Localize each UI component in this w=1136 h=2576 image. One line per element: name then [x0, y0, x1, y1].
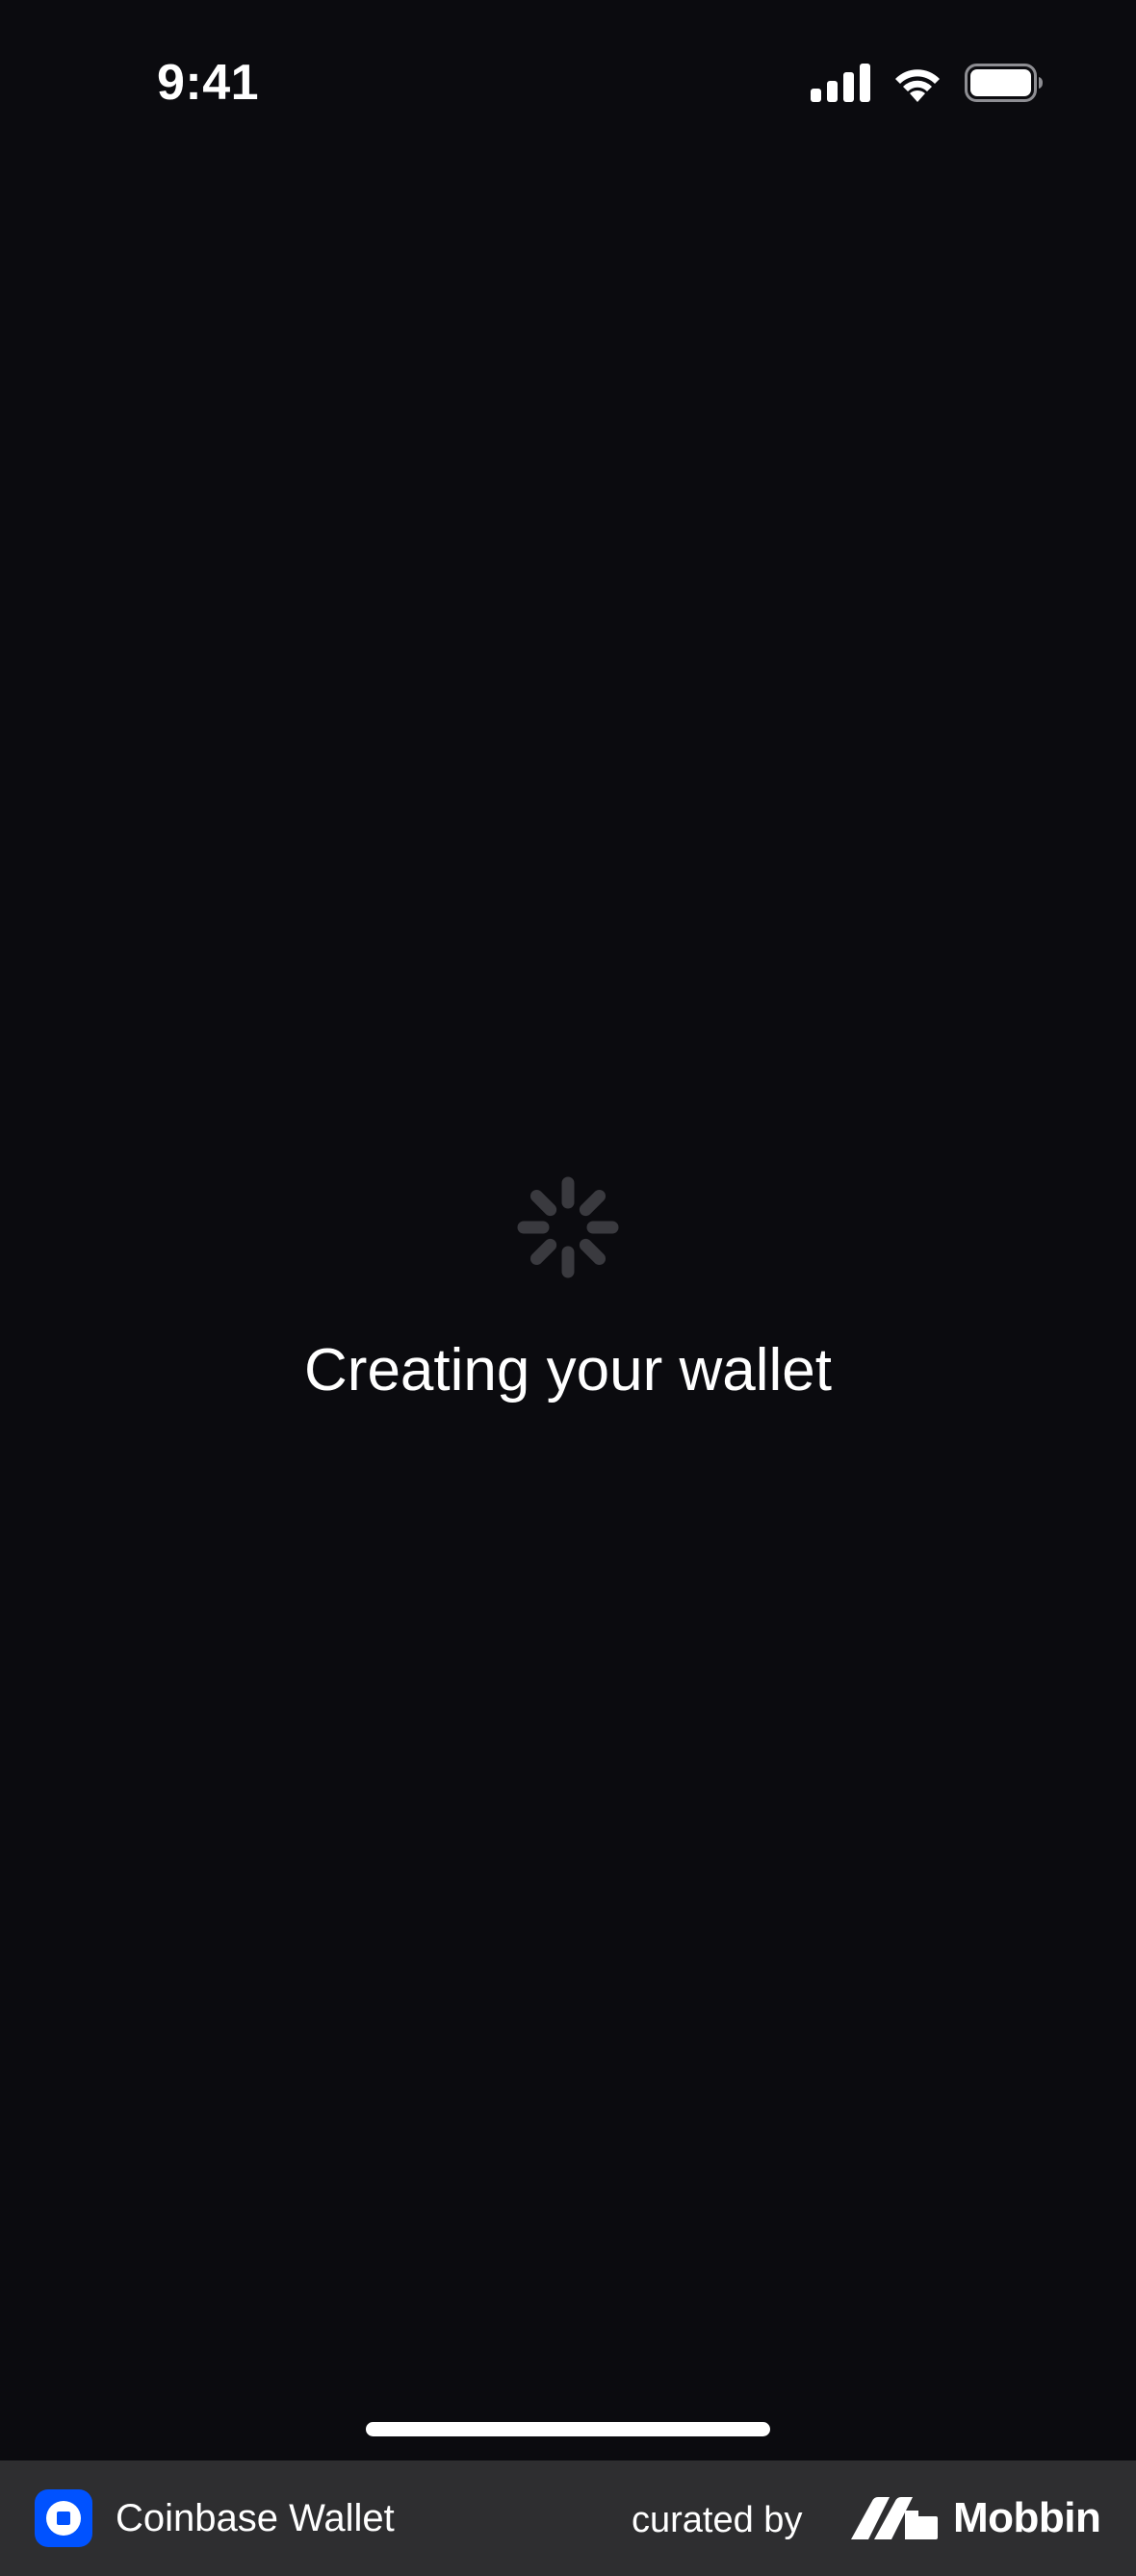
status-time: 9:41 — [157, 55, 260, 111]
mobbin-logo-icon — [851, 2497, 938, 2539]
loading-spinner-icon — [517, 1176, 619, 1278]
home-indicator[interactable] — [366, 2422, 770, 2436]
loading-message: Creating your wallet — [304, 1337, 832, 1404]
coinbase-wallet-icon — [35, 2489, 92, 2547]
footer-app-name: Coinbase Wallet — [116, 2497, 395, 2539]
footer-brand-name: Mobbin — [953, 2494, 1101, 2541]
battery-icon — [965, 64, 1044, 102]
footer-banner: Coinbase Wallet curated by Mobbin — [0, 2460, 1136, 2576]
cellular-signal-icon — [811, 64, 870, 102]
footer-curated-by: curated by — [632, 2500, 803, 2540]
loading-indicator — [0, 1174, 1136, 1280]
status-bar: 9:41 — [0, 0, 1136, 169]
wifi-icon — [891, 64, 943, 102]
status-icons — [811, 64, 1044, 102]
